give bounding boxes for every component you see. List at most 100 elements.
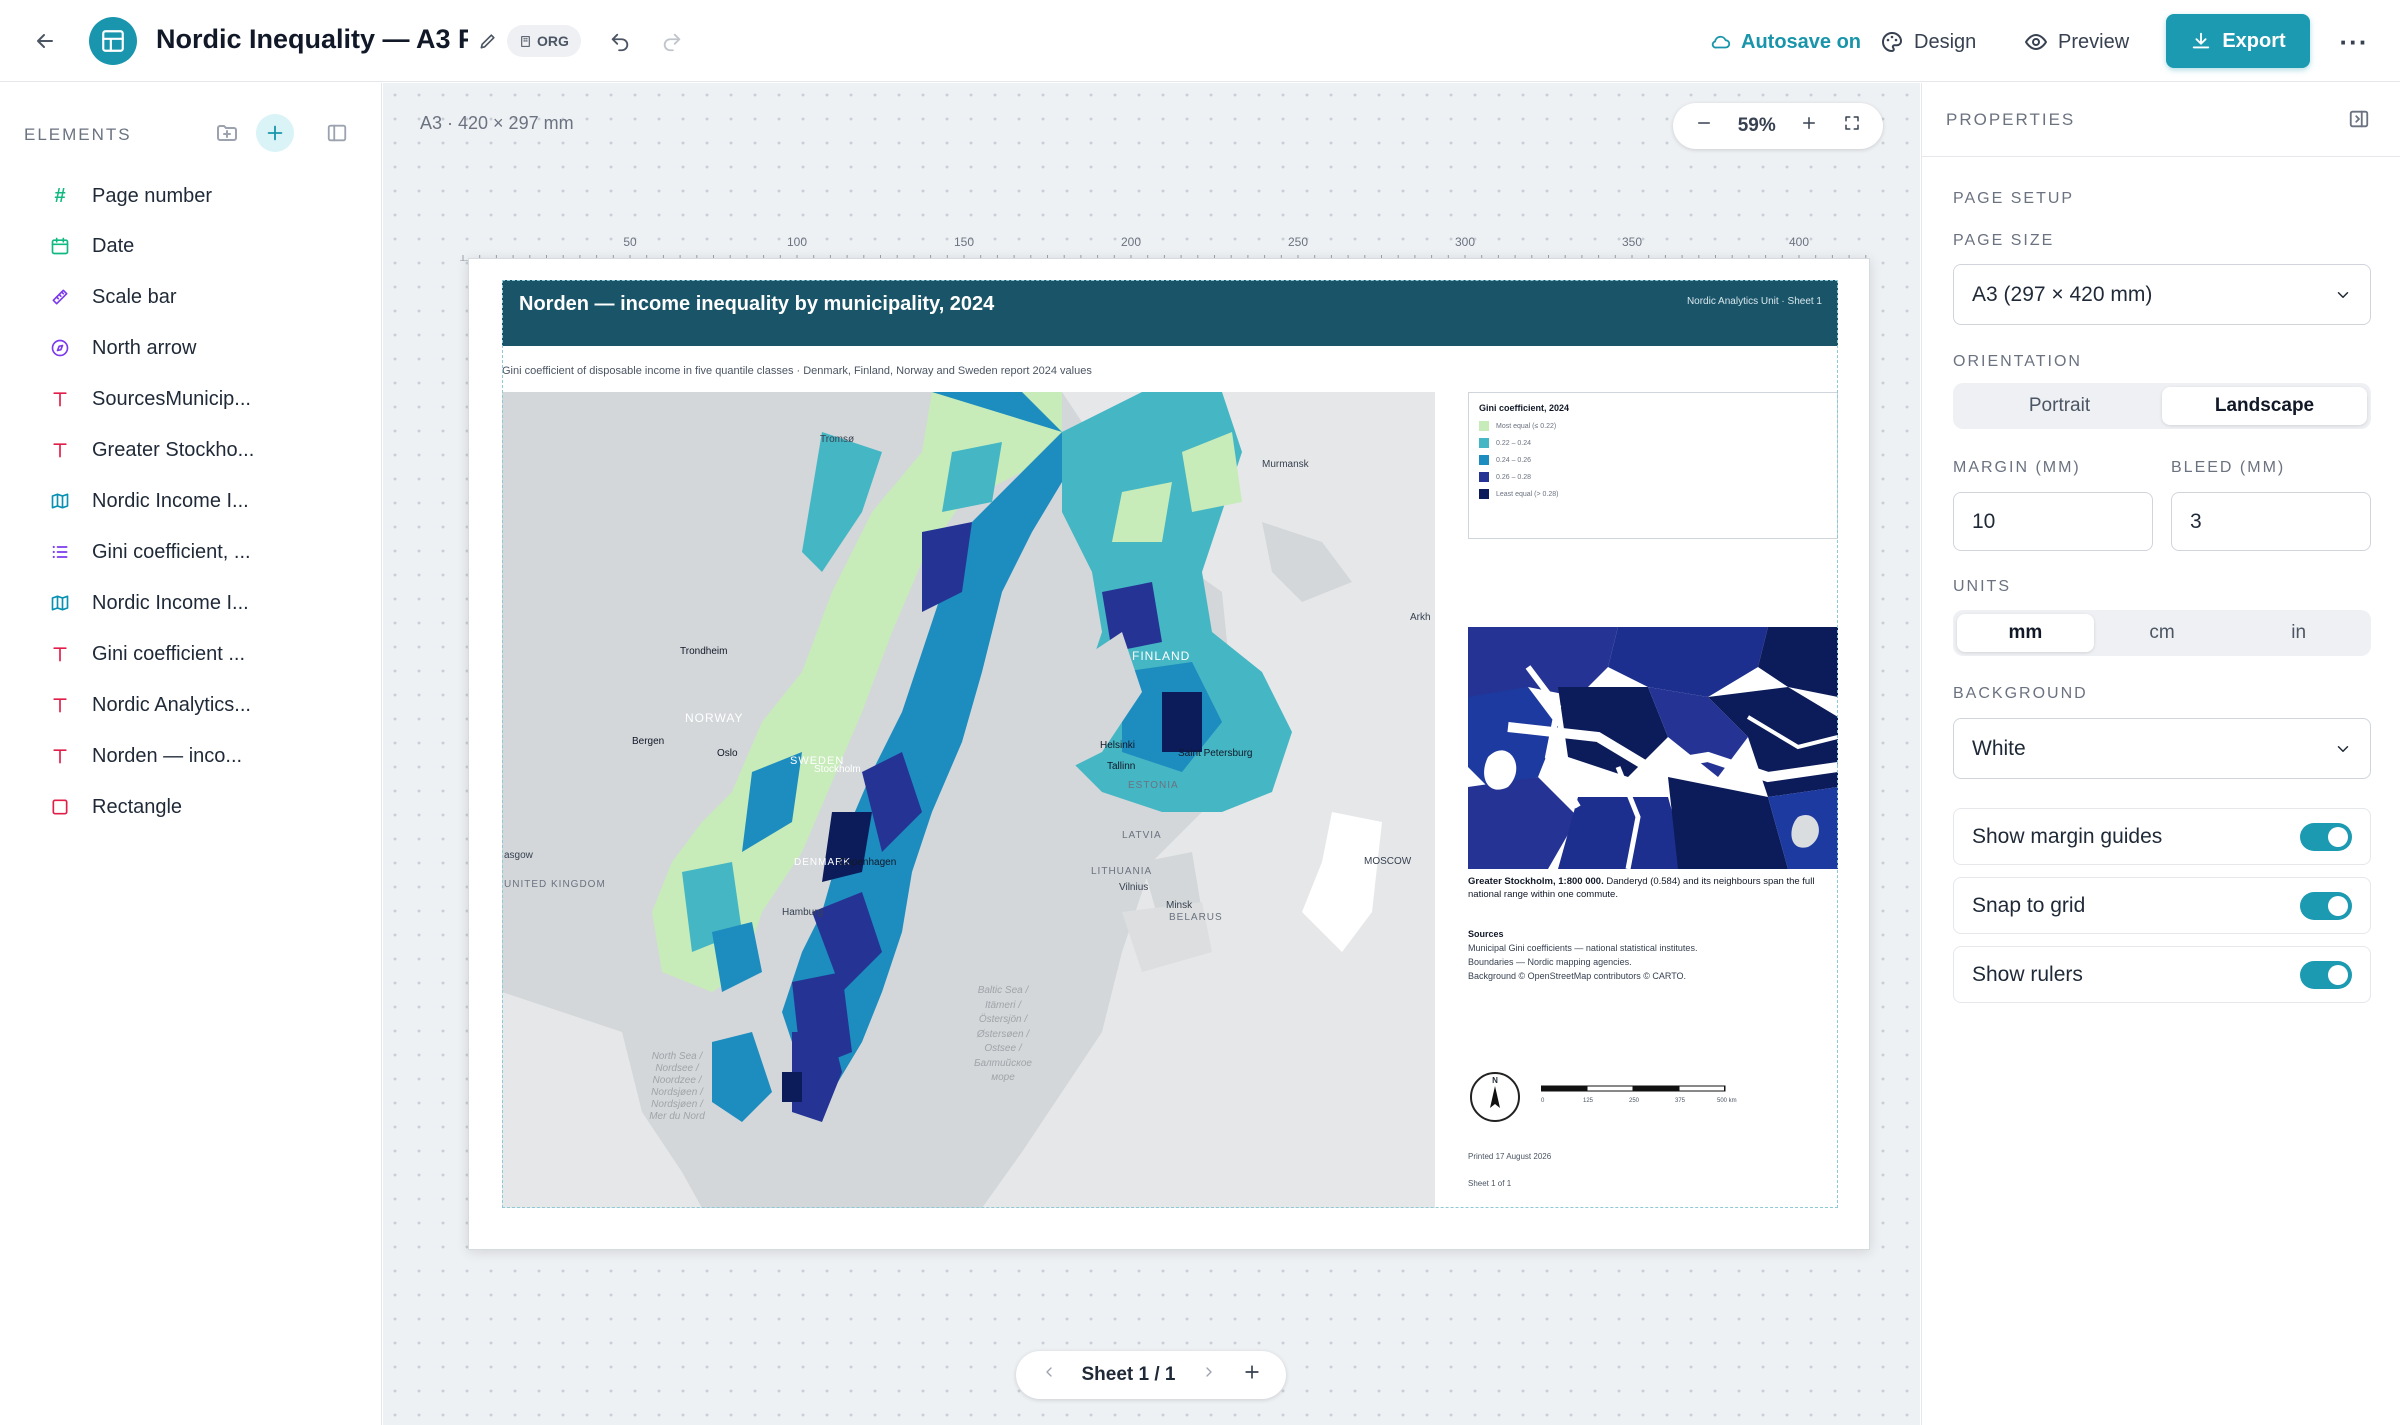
orientation-landscape[interactable]: Landscape (2162, 387, 2367, 425)
legend-swatch (1479, 421, 1489, 431)
ellipsis-icon: ··· (2339, 26, 2369, 57)
place-label: Bergen (632, 736, 664, 747)
orientation-portrait[interactable]: Portrait (1957, 387, 2162, 425)
element-item-map-inset[interactable]: Nordic Income I... (48, 583, 368, 623)
sidebar-right-icon (2349, 110, 2369, 128)
element-item-legend[interactable]: Gini coefficient, ... (48, 532, 368, 572)
text-icon (48, 744, 72, 768)
square-icon (48, 795, 72, 819)
collapse-properties-button[interactable] (2344, 104, 2374, 134)
canvas-area[interactable]: A3 · 420 × 297 mm 59% 50 100 150 200 250… (383, 83, 1920, 1425)
page-number[interactable]: Sheet 1 of 1 (1468, 1179, 1511, 1188)
scale-tick-label: 0 (1541, 1098, 1545, 1104)
scale-tick-label: 125 (1583, 1098, 1594, 1104)
show-rulers-switch[interactable] (2300, 960, 2352, 989)
units-label: UNITS (1953, 578, 2011, 595)
element-item-title[interactable]: Norden — inco... (48, 736, 368, 776)
add-sheet-button[interactable] (1242, 1362, 1262, 1388)
place-label: Vilnius (1119, 882, 1148, 893)
folder-plus-icon (217, 125, 237, 141)
rename-button[interactable] (474, 27, 502, 55)
legend-item: 0.26 – 0.28 (1479, 472, 1531, 482)
ruler-label: 300 (1454, 235, 1476, 249)
toggle-label: Snap to grid (1972, 893, 2086, 917)
design-button[interactable]: Design (1880, 26, 1976, 58)
legend-label: Least equal (> 0.28) (1496, 490, 1559, 498)
text-icon (48, 642, 72, 666)
map-title-bar[interactable]: Norden — income inequality by municipali… (502, 280, 1838, 346)
legend-label: 0.22 – 0.24 (1496, 439, 1532, 447)
map-legend[interactable]: Gini coefficient, 2024 Most equal (≤ 0.2… (1468, 392, 1838, 539)
toggle-row-rulers: Show rulers (1953, 946, 2371, 1003)
element-item-greater-stockholm[interactable]: Greater Stockho... (48, 430, 368, 470)
element-item-date[interactable]: Date (48, 226, 368, 266)
chevron-down-icon (2337, 745, 2349, 752)
undo-button[interactable] (604, 26, 636, 58)
unit-in[interactable]: in (2230, 614, 2367, 652)
place-label: NORWAY (685, 711, 743, 725)
new-folder-button[interactable] (212, 118, 242, 148)
element-item-north-arrow[interactable]: North arrow (48, 328, 368, 368)
bleed-input[interactable] (2171, 492, 2371, 551)
element-item-page-number[interactable]: # Page number (48, 176, 368, 216)
app-logo[interactable] (89, 17, 137, 65)
place-label: BELARUS (1169, 912, 1223, 923)
export-button[interactable]: Export (2166, 14, 2310, 68)
preview-button[interactable]: Preview (2024, 26, 2129, 58)
ruler-label: 100 (786, 235, 808, 249)
minus-icon (1698, 122, 1711, 124)
toggle-row-snap-grid: Snap to grid (1953, 877, 2371, 934)
margin-guides-switch[interactable] (2300, 822, 2352, 851)
more-options-button[interactable]: ··· (2336, 24, 2372, 60)
sources-block[interactable]: Sources Municipal Gini coefficients — na… (1468, 928, 1838, 984)
next-sheet-button[interactable] (1201, 1364, 1217, 1386)
collapse-panel-button[interactable] (322, 118, 352, 148)
fit-screen-button[interactable] (1843, 114, 1861, 138)
back-button[interactable] (26, 22, 64, 60)
margin-input[interactable] (1953, 492, 2153, 551)
element-label: Scale bar (92, 285, 177, 308)
printed-date[interactable]: Printed 17 August 2026 (1468, 1152, 1551, 1161)
zoom-in-button[interactable] (1800, 114, 1818, 138)
autosave-label: Autosave on (1741, 30, 1862, 53)
snap-to-grid-switch[interactable] (2300, 891, 2352, 920)
redo-button[interactable] (656, 26, 688, 58)
map-subtitle[interactable]: Gini coefficient of disposable income in… (502, 365, 1092, 377)
undo-icon (611, 33, 629, 52)
element-label: Rectangle (92, 795, 183, 818)
print-page[interactable]: Norden — income inequality by municipali… (468, 258, 1870, 1250)
scale-bar[interactable]: 0 125 250 375 500 km (1541, 1084, 1765, 1108)
unit-mm[interactable]: mm (1957, 614, 2094, 652)
unit-cm[interactable]: cm (2094, 614, 2231, 652)
document-title[interactable]: Nordic Inequality — A3 Print (156, 24, 468, 60)
map-icon (48, 591, 72, 615)
element-item-scale-bar[interactable]: Scale bar (48, 277, 368, 317)
place-label: ESTONIA (1128, 780, 1179, 791)
north-arrow[interactable]: N (1470, 1072, 1520, 1122)
north-arrow-icon (1490, 1086, 1500, 1108)
prev-sheet-button[interactable] (1041, 1364, 1057, 1386)
inset-caption[interactable]: Greater Stockholm, 1:800 000. Danderyd (… (1468, 875, 1838, 902)
autosave-status[interactable]: Autosave on (1710, 26, 1861, 58)
org-badge-label: ORG (537, 33, 569, 49)
scale-tick-label: 500 km (1717, 1098, 1737, 1104)
stockholm-inset-map[interactable] (1468, 627, 1838, 869)
legend-title: Gini coefficient, 2024 (1479, 403, 1570, 413)
export-label: Export (2222, 29, 2286, 52)
element-item-subtitle[interactable]: Gini coefficient ... (48, 634, 368, 674)
element-item-map[interactable]: Nordic Income I... (48, 481, 368, 521)
element-item-org[interactable]: Nordic Analytics... (48, 685, 368, 725)
element-label: Page number (92, 184, 213, 207)
element-label: Nordic Income I... (92, 591, 249, 614)
legend-label: 0.26 – 0.28 (1496, 473, 1532, 481)
element-label: Nordic Income I... (92, 489, 249, 512)
page-size-select[interactable]: A3 (297 × 420 mm) (1953, 264, 2371, 325)
calendar-icon (48, 234, 72, 258)
add-element-button[interactable] (256, 114, 294, 152)
element-item-rectangle[interactable]: Rectangle (48, 787, 368, 827)
main-map-frame[interactable]: Tromsø Murmansk Trondheim FINLAND NORWAY… (502, 392, 1435, 1208)
background-select[interactable]: White (1953, 718, 2371, 779)
scale-tick-label: 250 (1629, 1098, 1640, 1104)
element-item-sources[interactable]: SourcesMunicip... (48, 379, 368, 419)
zoom-out-button[interactable] (1695, 114, 1713, 138)
